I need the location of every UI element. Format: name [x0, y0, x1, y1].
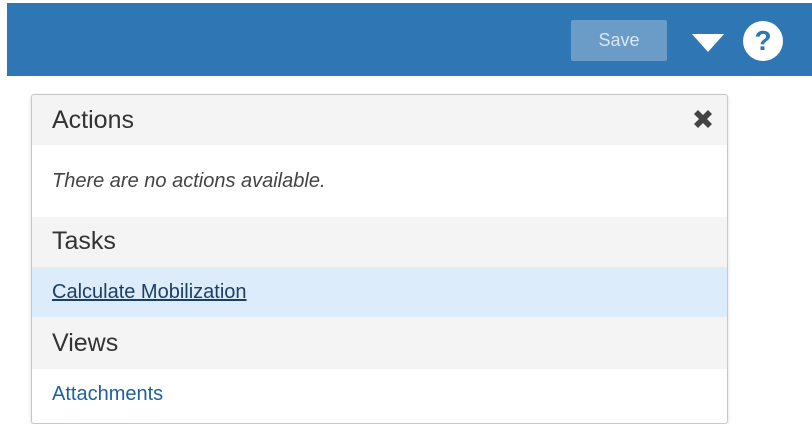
task-link[interactable]: Calculate Mobilization: [52, 281, 247, 303]
question-circle-icon: ?: [743, 21, 783, 61]
help-button[interactable]: ?: [742, 20, 784, 62]
actions-panel: Actions There are no actions available. …: [31, 94, 728, 424]
views-header-label: Views: [52, 329, 119, 357]
close-icon[interactable]: [689, 105, 717, 133]
dropdown-caret-button[interactable]: [690, 30, 726, 54]
caret-down-icon: [692, 34, 724, 52]
views-header: Views: [32, 317, 727, 369]
tasks-header: Tasks: [32, 217, 727, 267]
actions-header: Actions: [32, 95, 727, 145]
no-actions-message: There are no actions available.: [52, 170, 326, 192]
save-button[interactable]: Save: [571, 20, 667, 61]
svg-text:?: ?: [754, 25, 771, 56]
actions-header-label: Actions: [52, 106, 134, 134]
tasks-header-label: Tasks: [52, 227, 116, 255]
view-item-attachments[interactable]: Attachments: [32, 369, 727, 419]
view-link[interactable]: Attachments: [52, 383, 163, 405]
task-item-calculate-mobilization[interactable]: Calculate Mobilization: [32, 267, 727, 317]
top-toolbar: Save ?: [7, 3, 812, 76]
